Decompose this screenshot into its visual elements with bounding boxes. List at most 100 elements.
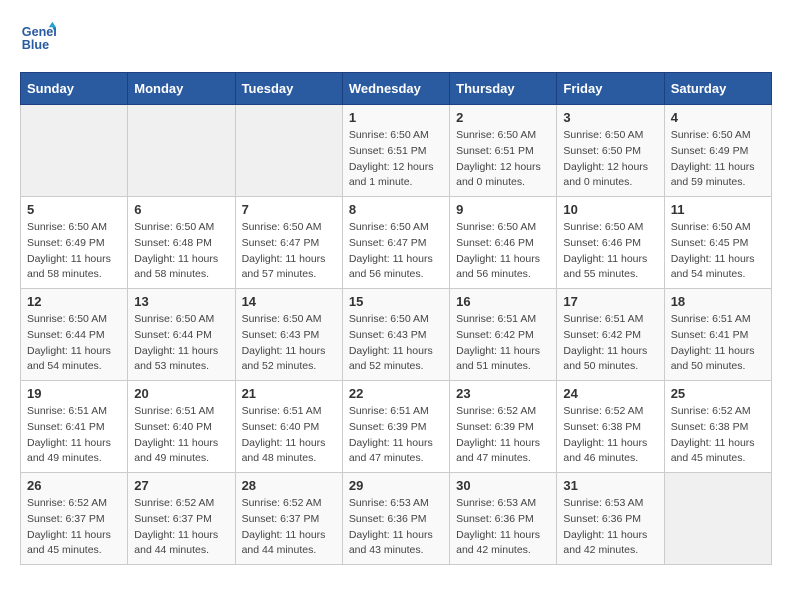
day-info: Sunrise: 6:52 AMSunset: 6:38 PMDaylight:… [671, 404, 765, 467]
day-info: Sunrise: 6:50 AMSunset: 6:45 PMDaylight:… [671, 220, 765, 283]
calendar-cell [21, 105, 128, 197]
calendar-cell: 4 Sunrise: 6:50 AMSunset: 6:49 PMDaylight… [664, 105, 771, 197]
day-number: 21 [242, 386, 336, 401]
calendar-cell: 29 Sunrise: 6:53 AMSunset: 6:36 PMDayligh… [342, 473, 449, 565]
calendar-cell: 3 Sunrise: 6:50 AMSunset: 6:50 PMDaylight… [557, 105, 664, 197]
calendar-cell: 6 Sunrise: 6:50 AMSunset: 6:48 PMDaylight… [128, 197, 235, 289]
day-number: 28 [242, 478, 336, 493]
day-header-tuesday: Tuesday [235, 73, 342, 105]
day-number: 6 [134, 202, 228, 217]
day-number: 26 [27, 478, 121, 493]
week-row-4: 19 Sunrise: 6:51 AMSunset: 6:41 PMDayligh… [21, 381, 772, 473]
calendar-cell: 17 Sunrise: 6:51 AMSunset: 6:42 PMDayligh… [557, 289, 664, 381]
day-number: 16 [456, 294, 550, 309]
calendar-header: SundayMondayTuesdayWednesdayThursdayFrid… [21, 73, 772, 105]
day-number: 17 [563, 294, 657, 309]
calendar-cell: 10 Sunrise: 6:50 AMSunset: 6:46 PMDayligh… [557, 197, 664, 289]
day-number: 19 [27, 386, 121, 401]
calendar-cell [128, 105, 235, 197]
calendar-cell: 1 Sunrise: 6:50 AMSunset: 6:51 PMDaylight… [342, 105, 449, 197]
day-header-thursday: Thursday [450, 73, 557, 105]
day-header-monday: Monday [128, 73, 235, 105]
day-info: Sunrise: 6:50 AMSunset: 6:44 PMDaylight:… [134, 312, 228, 375]
day-number: 9 [456, 202, 550, 217]
day-info: Sunrise: 6:52 AMSunset: 6:37 PMDaylight:… [242, 496, 336, 559]
day-number: 23 [456, 386, 550, 401]
calendar-cell: 31 Sunrise: 6:53 AMSunset: 6:36 PMDayligh… [557, 473, 664, 565]
day-number: 15 [349, 294, 443, 309]
day-number: 8 [349, 202, 443, 217]
day-info: Sunrise: 6:50 AMSunset: 6:47 PMDaylight:… [242, 220, 336, 283]
day-info: Sunrise: 6:51 AMSunset: 6:42 PMDaylight:… [563, 312, 657, 375]
day-header-sunday: Sunday [21, 73, 128, 105]
day-number: 12 [27, 294, 121, 309]
calendar-cell [235, 105, 342, 197]
day-header-saturday: Saturday [664, 73, 771, 105]
day-header-friday: Friday [557, 73, 664, 105]
calendar-cell: 2 Sunrise: 6:50 AMSunset: 6:51 PMDaylight… [450, 105, 557, 197]
day-number: 4 [671, 110, 765, 125]
day-number: 14 [242, 294, 336, 309]
day-number: 31 [563, 478, 657, 493]
day-number: 13 [134, 294, 228, 309]
calendar-cell: 15 Sunrise: 6:50 AMSunset: 6:43 PMDayligh… [342, 289, 449, 381]
day-info: Sunrise: 6:50 AMSunset: 6:50 PMDaylight:… [563, 128, 657, 191]
week-row-3: 12 Sunrise: 6:50 AMSunset: 6:44 PMDayligh… [21, 289, 772, 381]
day-info: Sunrise: 6:51 AMSunset: 6:41 PMDaylight:… [671, 312, 765, 375]
calendar-cell: 11 Sunrise: 6:50 AMSunset: 6:45 PMDayligh… [664, 197, 771, 289]
day-number: 27 [134, 478, 228, 493]
calendar-cell: 30 Sunrise: 6:53 AMSunset: 6:36 PMDayligh… [450, 473, 557, 565]
day-number: 11 [671, 202, 765, 217]
calendar-cell: 16 Sunrise: 6:51 AMSunset: 6:42 PMDayligh… [450, 289, 557, 381]
day-info: Sunrise: 6:50 AMSunset: 6:46 PMDaylight:… [563, 220, 657, 283]
page-header: General Blue [20, 20, 772, 56]
day-info: Sunrise: 6:53 AMSunset: 6:36 PMDaylight:… [456, 496, 550, 559]
day-header-wednesday: Wednesday [342, 73, 449, 105]
day-info: Sunrise: 6:51 AMSunset: 6:42 PMDaylight:… [456, 312, 550, 375]
day-info: Sunrise: 6:50 AMSunset: 6:43 PMDaylight:… [349, 312, 443, 375]
day-info: Sunrise: 6:53 AMSunset: 6:36 PMDaylight:… [349, 496, 443, 559]
day-info: Sunrise: 6:50 AMSunset: 6:46 PMDaylight:… [456, 220, 550, 283]
calendar-cell: 21Sunrise: 6:51 AMSunset: 6:40 PMDayligh… [235, 381, 342, 473]
calendar-body: 1 Sunrise: 6:50 AMSunset: 6:51 PMDaylight… [21, 105, 772, 565]
week-row-1: 1 Sunrise: 6:50 AMSunset: 6:51 PMDaylight… [21, 105, 772, 197]
day-number: 20 [134, 386, 228, 401]
calendar-cell: 12 Sunrise: 6:50 AMSunset: 6:44 PMDayligh… [21, 289, 128, 381]
calendar-cell: 18 Sunrise: 6:51 AMSunset: 6:41 PMDayligh… [664, 289, 771, 381]
day-info: Sunrise: 6:52 AMSunset: 6:39 PMDaylight:… [456, 404, 550, 467]
day-number: 2 [456, 110, 550, 125]
day-info: Sunrise: 6:52 AMSunset: 6:38 PMDaylight:… [563, 404, 657, 467]
day-number: 18 [671, 294, 765, 309]
day-info: Sunrise: 6:50 AMSunset: 6:43 PMDaylight:… [242, 312, 336, 375]
day-number: 10 [563, 202, 657, 217]
day-info: Sunrise: 6:50 AMSunset: 6:51 PMDaylight:… [456, 128, 550, 191]
calendar-cell: 23 Sunrise: 6:52 AMSunset: 6:39 PMDayligh… [450, 381, 557, 473]
calendar-cell: 28 Sunrise: 6:52 AMSunset: 6:37 PMDayligh… [235, 473, 342, 565]
day-info: Sunrise: 6:53 AMSunset: 6:36 PMDaylight:… [563, 496, 657, 559]
calendar-cell: 8Sunrise: 6:50 AMSunset: 6:47 PMDaylight… [342, 197, 449, 289]
calendar-cell: 25Sunrise: 6:52 AMSunset: 6:38 PMDayligh… [664, 381, 771, 473]
calendar-cell: 5 Sunrise: 6:50 AMSunset: 6:49 PMDaylight… [21, 197, 128, 289]
day-number: 1 [349, 110, 443, 125]
calendar-cell: 20 Sunrise: 6:51 AMSunset: 6:40 PMDayligh… [128, 381, 235, 473]
day-info: Sunrise: 6:50 AMSunset: 6:48 PMDaylight:… [134, 220, 228, 283]
day-number: 7 [242, 202, 336, 217]
week-row-5: 26 Sunrise: 6:52 AMSunset: 6:37 PMDayligh… [21, 473, 772, 565]
calendar-cell [664, 473, 771, 565]
day-number: 30 [456, 478, 550, 493]
day-info: Sunrise: 6:51 AMSunset: 6:40 PMDaylight:… [134, 404, 228, 467]
day-info: Sunrise: 6:51 AMSunset: 6:41 PMDaylight:… [27, 404, 121, 467]
svg-text:Blue: Blue [22, 38, 49, 52]
day-info: Sunrise: 6:50 AMSunset: 6:51 PMDaylight:… [349, 128, 443, 191]
day-info: Sunrise: 6:50 AMSunset: 6:44 PMDaylight:… [27, 312, 121, 375]
calendar-cell: 22Sunrise: 6:51 AMSunset: 6:39 PMDayligh… [342, 381, 449, 473]
day-number: 5 [27, 202, 121, 217]
day-info: Sunrise: 6:50 AMSunset: 6:49 PMDaylight:… [671, 128, 765, 191]
calendar-cell: 19 Sunrise: 6:51 AMSunset: 6:41 PMDayligh… [21, 381, 128, 473]
day-number: 22 [349, 386, 443, 401]
day-number: 3 [563, 110, 657, 125]
calendar-cell: 26Sunrise: 6:52 AMSunset: 6:37 PMDayligh… [21, 473, 128, 565]
day-info: Sunrise: 6:50 AMSunset: 6:49 PMDaylight:… [27, 220, 121, 283]
day-number: 24 [563, 386, 657, 401]
day-number: 29 [349, 478, 443, 493]
